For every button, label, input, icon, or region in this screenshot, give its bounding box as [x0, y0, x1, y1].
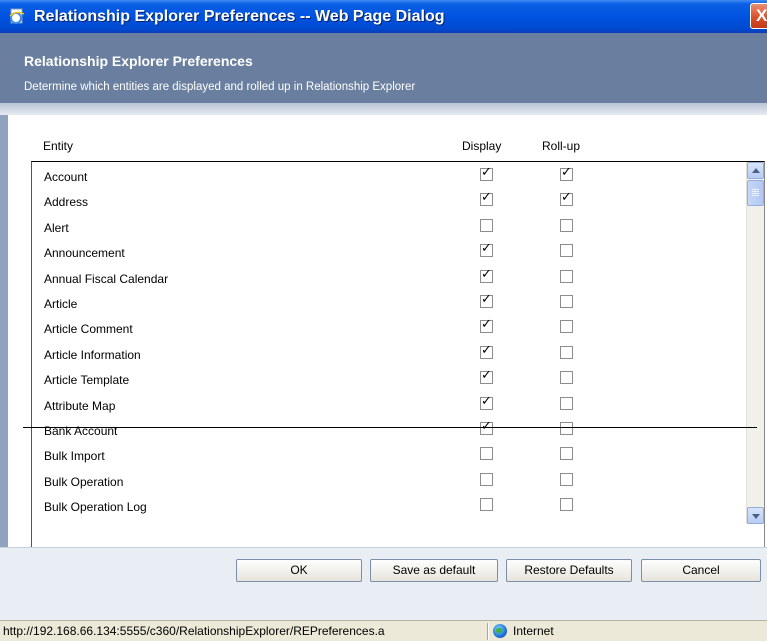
chevron-down-icon — [752, 514, 760, 519]
globe-icon — [493, 624, 507, 638]
rollup-checkbox[interactable] — [560, 371, 573, 385]
entity-name: Article — [44, 297, 78, 311]
preferences-panel: Entity Display Roll-up Account Address Ale… — [0, 115, 767, 549]
rollup-checkbox[interactable] — [560, 320, 573, 334]
table-row: Article — [32, 289, 742, 314]
table-row: Address — [32, 187, 742, 212]
entity-name: Bulk Operation — [44, 474, 124, 489]
rollup-checkbox[interactable] — [560, 269, 573, 283]
window-title: Relationship Explorer Preferences -- Web… — [34, 7, 445, 25]
vertical-scrollbar[interactable] — [746, 162, 764, 524]
status-separator — [487, 623, 489, 640]
display-checkbox[interactable] — [480, 343, 493, 359]
entity-name: Account — [44, 170, 88, 184]
title-bar: Relationship Explorer Preferences -- Web… — [0, 0, 767, 33]
rollup-checkbox[interactable] — [560, 244, 573, 258]
rollup-checkbox[interactable] — [560, 345, 573, 359]
entity-list[interactable]: Account Address Alert Announcement Annual Fi… — [31, 161, 765, 549]
list-bottom-border — [23, 427, 757, 428]
table-row: Bulk Operation Log — [32, 492, 742, 517]
display-checkbox[interactable] — [480, 241, 493, 258]
column-header-display: Display — [462, 139, 502, 153]
display-checkbox[interactable] — [480, 368, 493, 385]
rollup-checkbox[interactable] — [560, 165, 573, 181]
scroll-thumb[interactable] — [747, 180, 764, 206]
entity-name: Article Comment — [44, 322, 133, 337]
display-checkbox[interactable] — [480, 218, 493, 232]
column-header-rollup: Roll-up — [542, 139, 581, 153]
header-subtitle: Determine which entities are displayed a… — [24, 81, 416, 93]
entity-name: Annual Fiscal Calendar — [44, 271, 169, 286]
display-checkbox[interactable] — [480, 190, 493, 207]
table-row: Alert — [32, 213, 742, 238]
rollup-checkbox[interactable] — [560, 190, 573, 207]
display-checkbox[interactable] — [480, 498, 493, 512]
table-row: Bank Account — [32, 416, 742, 441]
entity-name: Attribute Map — [44, 398, 116, 413]
column-header-entity: Entity — [43, 139, 74, 153]
dialog-footer: OK Save as default Restore Defaults Canc… — [0, 547, 767, 620]
rollup-checkbox[interactable] — [560, 295, 573, 308]
ok-button[interactable]: OK — [236, 559, 362, 582]
entity-name: Alert — [44, 220, 69, 235]
table-row: Attribute Map — [32, 391, 742, 416]
display-checkbox[interactable] — [480, 317, 493, 334]
header-divider — [0, 103, 767, 115]
ie-page-icon — [8, 8, 26, 26]
display-checkbox[interactable] — [480, 292, 493, 308]
display-checkbox[interactable] — [480, 394, 493, 410]
rollup-checkbox[interactable] — [560, 218, 573, 232]
rollup-checkbox[interactable] — [560, 472, 573, 486]
table-row: Article Comment — [32, 314, 742, 339]
table-row: Annual Fiscal Calendar — [32, 264, 742, 289]
table-row: Announcement — [32, 238, 742, 263]
close-icon: X — [756, 6, 767, 25]
rollup-checkbox[interactable] — [560, 396, 573, 410]
entity-name: Bulk Import — [44, 449, 105, 464]
display-checkbox[interactable] — [480, 419, 493, 435]
rollup-checkbox[interactable] — [560, 498, 573, 512]
display-checkbox[interactable] — [480, 472, 493, 486]
table-row: Bulk Import — [32, 441, 742, 466]
header-title: Relationship Explorer Preferences — [24, 53, 253, 69]
scroll-up-button[interactable] — [747, 162, 764, 179]
status-bar: http://192.168.66.134:5555/c360/Relation… — [0, 620, 767, 641]
entity-name: Address — [44, 195, 89, 210]
entity-name: Article Template — [44, 373, 130, 388]
chevron-up-icon — [752, 168, 760, 173]
dialog-header: Relationship Explorer Preferences Determ… — [0, 33, 767, 103]
display-checkbox[interactable] — [480, 165, 493, 181]
display-checkbox[interactable] — [480, 267, 493, 283]
rollup-checkbox[interactable] — [560, 422, 573, 435]
rollup-checkbox[interactable] — [560, 447, 573, 461]
restore-defaults-button[interactable]: Restore Defaults — [506, 559, 632, 582]
table-row: Account — [32, 162, 742, 187]
display-checkbox[interactable] — [480, 447, 493, 461]
cancel-button[interactable]: Cancel — [641, 559, 761, 582]
table-row: Article Information — [32, 340, 742, 365]
table-row: Article Template — [32, 365, 742, 390]
scroll-down-button[interactable] — [747, 507, 764, 524]
entity-name: Article Information — [44, 347, 141, 362]
save-as-default-button[interactable]: Save as default — [370, 559, 498, 582]
status-url: http://192.168.66.134:5555/c360/Relation… — [3, 624, 385, 638]
entity-name: Announcement — [44, 246, 125, 261]
table-row: Bulk Operation — [32, 467, 742, 492]
close-button[interactable]: X — [750, 3, 767, 29]
security-zone: Internet — [513, 624, 554, 638]
entity-name: Bulk Operation Log — [44, 500, 147, 515]
